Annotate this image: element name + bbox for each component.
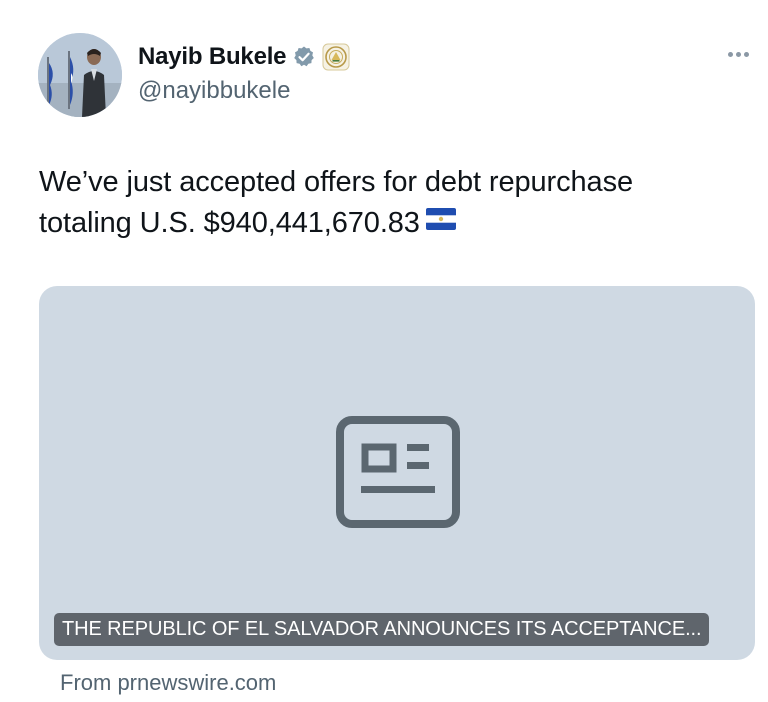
- link-preview-card[interactable]: THE REPUBLIC OF EL SALVADOR ANNOUNCES IT…: [39, 286, 755, 660]
- more-dot: [735, 51, 741, 57]
- card-title: THE REPUBLIC OF EL SALVADOR ANNOUNCES IT…: [54, 613, 710, 646]
- card-source[interactable]: From prnewswire.com: [60, 670, 276, 696]
- user-handle[interactable]: @nayibbukele: [138, 77, 290, 105]
- el-salvador-flag-icon: [425, 201, 456, 242]
- avatar[interactable]: [38, 33, 122, 117]
- government-seal-icon[interactable]: [322, 43, 350, 71]
- tweet-text-line-1: We’ve just accepted offers for debt repu…: [39, 166, 633, 198]
- tweet[interactable]: Nayib Bukele @nayibbukele We’ve just acc…: [0, 0, 768, 702]
- more-icon[interactable]: [720, 44, 756, 64]
- display-name[interactable]: Nayib Bukele: [138, 43, 287, 71]
- news-article-icon: [335, 415, 461, 529]
- verified-icon: [292, 45, 316, 69]
- tweet-text-line-2-wrap: totaling U.S. $940,441,670.83: [39, 203, 739, 245]
- tweet-text: We’ve just accepted offers for debt repu…: [39, 162, 739, 245]
- more-dot: [727, 51, 733, 57]
- tweet-text-line-2: totaling U.S. $940,441,670.83: [39, 207, 420, 239]
- more-dot: [743, 51, 749, 57]
- name-row: Nayib Bukele: [138, 40, 350, 74]
